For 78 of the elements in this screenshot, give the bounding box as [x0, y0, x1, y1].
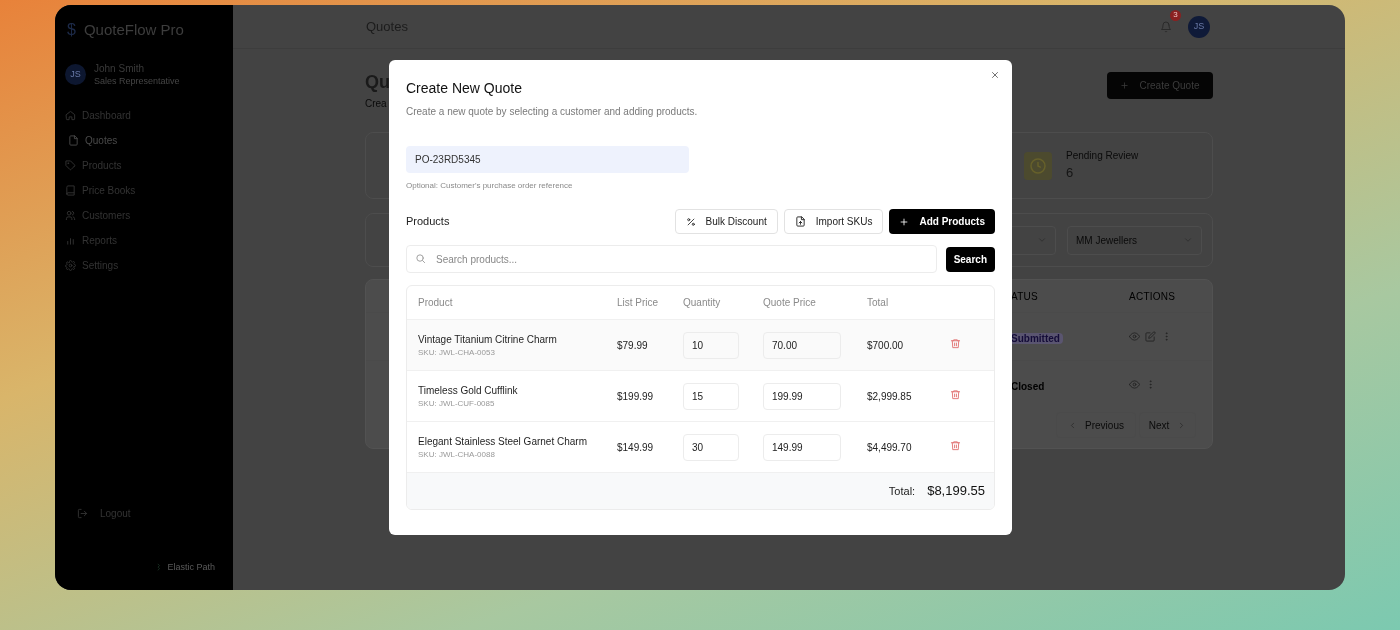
total-amount: $8,199.55: [927, 482, 985, 501]
notification-button[interactable]: [1160, 20, 1172, 33]
tag-icon: [65, 160, 76, 172]
user-role: Sales Representative: [94, 75, 180, 87]
line-total: $4,499.70: [867, 441, 912, 453]
bell-icon: [1160, 20, 1172, 33]
trash-icon: [950, 439, 961, 451]
notification-badge: 3: [1170, 9, 1181, 21]
line-total: $700.00: [867, 339, 904, 351]
logout-icon: [77, 507, 88, 519]
quote-price-field[interactable]: 199.99: [763, 382, 841, 410]
product-sku: SKU: JWL-CHA-0053: [418, 346, 496, 359]
user-avatar[interactable]: JS: [1188, 15, 1210, 38]
bar-chart-icon: [65, 235, 76, 247]
close-button[interactable]: [990, 70, 1000, 80]
quantity-field[interactable]: 30: [683, 433, 739, 461]
settings-icon: [65, 260, 76, 272]
product-name: Vintage Titanium Citrine Charm: [418, 332, 558, 347]
page-subtitle: Crea: [365, 97, 388, 111]
document-icon: [68, 135, 79, 147]
search-icon: [415, 253, 426, 264]
line-total: $2,999.85: [867, 390, 912, 402]
quantity-field[interactable]: 15: [683, 382, 739, 410]
toolbar-button[interactable]: Add Products: [889, 209, 995, 234]
plus-icon: [1120, 81, 1130, 90]
total-label: Total:: [888, 483, 916, 499]
user-avatar: JS: [65, 64, 86, 86]
column-header: Total: [867, 297, 889, 308]
percent-icon: [685, 216, 696, 227]
column-header: Quote Price: [763, 297, 816, 308]
column-header: ACTIONS: [1129, 289, 1176, 304]
column-header: Quantity: [683, 297, 721, 308]
products-heading: Products: [406, 214, 450, 230]
product-sku: SKU: JWL-CHA-0088: [418, 448, 496, 461]
view-button[interactable]: [1129, 331, 1140, 342]
delete-button[interactable]: [950, 388, 961, 400]
logo-icon: $: [67, 18, 76, 42]
product-name: Elegant Stainless Steel Garnet Charm: [418, 434, 588, 449]
trash-icon: [950, 388, 961, 400]
eye-icon: [1129, 331, 1140, 342]
product-sku: SKU: JWL-CUF-0085: [418, 397, 496, 410]
column-header: ATUS: [1011, 289, 1039, 304]
book-icon: [65, 185, 76, 197]
list-price: $149.99: [617, 441, 654, 453]
view-button[interactable]: [1129, 379, 1140, 390]
sidebar-item[interactable]: Quotes: [65, 131, 223, 150]
file-upload-icon: [794, 216, 806, 227]
app-name: QuoteFlow Pro: [83, 19, 184, 40]
eye-icon: [1129, 379, 1140, 390]
delete-button[interactable]: [950, 439, 961, 451]
product-name: Timeless Gold Cufflink: [418, 383, 519, 398]
dialog-description: Create a new quote by selecting a customer and adding products.: [406, 105, 699, 119]
toolbar-button[interactable]: Import SKUs: [783, 209, 884, 234]
home-icon: [65, 110, 76, 122]
brand-name: Elastic Path: [167, 560, 215, 574]
plus-icon: [899, 216, 910, 227]
delete-button[interactable]: [950, 337, 961, 349]
trash-icon: [950, 337, 961, 349]
users-icon: [65, 210, 76, 222]
column-header: List Price: [617, 297, 659, 308]
clock-icon: [1024, 151, 1052, 180]
quote-price-field[interactable]: 70.00: [763, 331, 841, 359]
list-price: $79.99: [617, 339, 648, 351]
product-search-field[interactable]: Search products...: [406, 245, 937, 273]
search-button[interactable]: Search: [945, 246, 995, 272]
toolbar-button[interactable]: Bulk Discount: [674, 209, 778, 234]
stat-label: Pending Review: [1066, 149, 1140, 164]
quantity-field[interactable]: 10: [683, 331, 739, 359]
po-number-field[interactable]: PO-23RD5345: [406, 146, 689, 173]
close-icon: [990, 70, 1000, 80]
status-label: Closed: [1010, 380, 1046, 392]
edit-icon: [1145, 331, 1156, 342]
dialog-title: Create New Quote: [406, 79, 523, 98]
edit-button[interactable]: [1145, 331, 1156, 342]
column-header: Product: [418, 297, 453, 308]
list-price: $199.99: [617, 390, 654, 402]
field-help-text: Optional: Customer's purchase order reference: [406, 180, 574, 192]
quote-price-field[interactable]: 149.99: [763, 433, 841, 461]
